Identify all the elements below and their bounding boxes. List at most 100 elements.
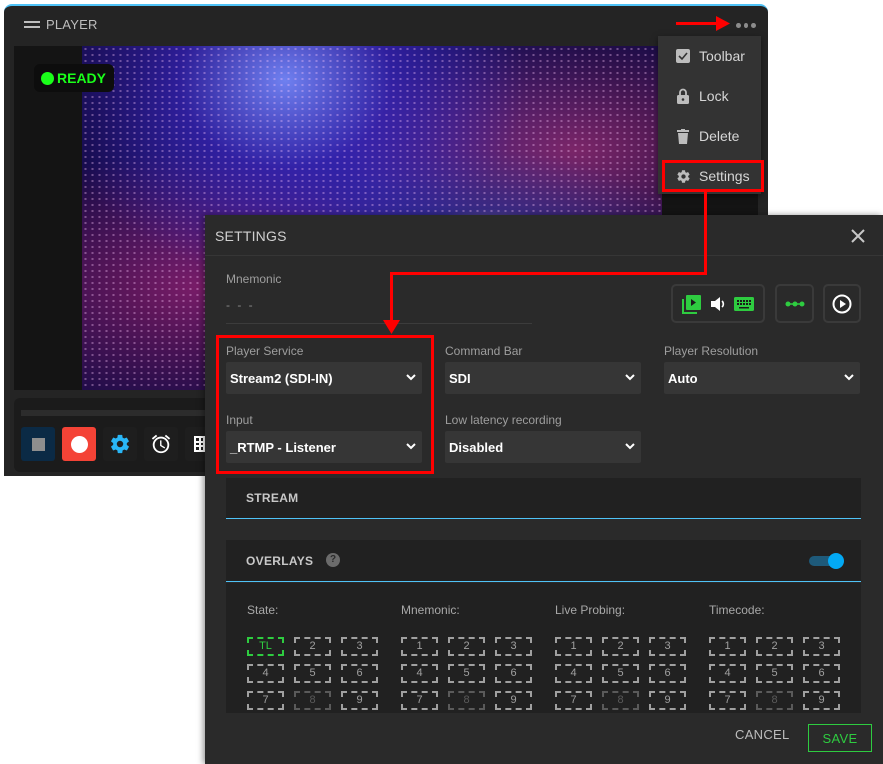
play-button[interactable] (823, 284, 861, 323)
overlay-position-cell[interactable]: 9 (803, 691, 840, 710)
play-circle-icon (832, 294, 852, 313)
overlay-position-cell[interactable]: 2 (602, 637, 639, 656)
overlay-position-cell[interactable]: 7 (401, 691, 438, 710)
menu-item-label: Toolbar (699, 48, 745, 64)
overlay-position-cell[interactable]: 3 (495, 637, 532, 656)
overlay-position-cell[interactable]: 3 (341, 637, 378, 656)
mnemonic-input[interactable]: - - - (226, 298, 255, 312)
overlay-position-cell[interactable]: 2 (756, 637, 793, 656)
overlay-position-grid: 123 456 789 (709, 637, 840, 710)
overlay-position-cell[interactable]: 1 (555, 637, 592, 656)
gear-icon (676, 169, 690, 183)
status-badge: READY (34, 64, 115, 92)
menu-item-settings[interactable]: Settings (658, 158, 761, 194)
overlay-position-cell[interactable]: 9 (649, 691, 686, 710)
overlay-position-cell[interactable]: 5 (448, 664, 485, 683)
menu-item-lock[interactable]: Lock (658, 78, 761, 114)
overlay-position-cell: 8 (448, 691, 485, 710)
player-header: PLAYER (4, 6, 768, 44)
overlay-position-cell[interactable]: 5 (602, 664, 639, 683)
overlay-position-cell[interactable]: 1 (401, 637, 438, 656)
command-bar-value: SDI (449, 370, 471, 386)
overlay-position-cell[interactable]: 2 (448, 637, 485, 656)
player-resolution-select[interactable]: Auto (664, 362, 860, 394)
schedule-button[interactable] (144, 427, 178, 461)
context-menu: Toolbar Lock Delete Settings (658, 36, 761, 194)
overlay-column-title: Timecode: (709, 603, 765, 617)
more-options-button[interactable] (736, 23, 757, 29)
player-title: PLAYER (46, 17, 98, 32)
overlays-body: State: TL 2 3 4 5 6 7 8 9 Mnemonic: 1 2 3 4 5 6 7 8 9 Live P… (226, 583, 861, 713)
settings-button[interactable] (103, 427, 137, 461)
annotation-connector-vertical (704, 192, 707, 274)
overlay-position-cell[interactable]: 9 (341, 691, 378, 710)
input-select[interactable]: _RTMP - Listener (226, 431, 422, 463)
save-button[interactable]: SAVE (808, 724, 872, 752)
overlay-position-cell[interactable]: 3 (803, 637, 840, 656)
mnemonic-label: Mnemonic (226, 272, 282, 286)
overlay-position-grid: 123 456 789 (401, 637, 532, 710)
volume-icon (711, 296, 725, 311)
overlay-position-cell[interactable]: 5 (756, 664, 793, 683)
overlay-position-cell[interactable]: 4 (247, 664, 284, 683)
menu-item-delete[interactable]: Delete (658, 118, 761, 154)
annotation-arrow-line (676, 22, 720, 25)
overlay-position-cell[interactable]: 9 (495, 691, 532, 710)
overlay-position-cell[interactable]: 5 (294, 664, 331, 683)
overlays-section-header[interactable]: OVERLAYS ? (226, 540, 861, 582)
drag-handle-icon[interactable] (24, 21, 40, 29)
stream-section-header[interactable]: STREAM (226, 478, 861, 519)
overlay-position-cell[interactable]: 2 (294, 637, 331, 656)
stop-icon (31, 437, 45, 451)
lock-icon (677, 88, 689, 104)
overlay-position-cell[interactable]: 3 (649, 637, 686, 656)
overlay-position-cell[interactable]: 7 (555, 691, 592, 710)
overlay-position-cell[interactable]: 7 (247, 691, 284, 710)
overlay-column-title: Live Probing: (555, 603, 626, 617)
player-resolution-value: Auto (668, 370, 698, 386)
overlay-position-grid: 123 456 789 (555, 637, 686, 710)
dialog-divider (205, 255, 883, 256)
video-library-icon (682, 294, 701, 314)
player-service-select[interactable]: Stream2 (SDI-IN) (226, 362, 422, 394)
overlay-position-cell[interactable]: 4 (555, 664, 592, 683)
chevron-down-icon (625, 443, 635, 450)
low-latency-select[interactable]: Disabled (445, 431, 641, 463)
connection-dots-icon (785, 301, 804, 306)
annotation-arrow-down-icon (383, 320, 400, 334)
dialog-title: SETTINGS (215, 228, 287, 244)
overlay-position-cell[interactable]: 6 (803, 664, 840, 683)
connection-button[interactable] (775, 284, 814, 323)
media-options-button[interactable] (671, 284, 765, 323)
player-service-value: Stream2 (SDI-IN) (230, 370, 333, 386)
command-bar-select[interactable]: SDI (445, 362, 641, 394)
overlays-toggle[interactable] (809, 553, 845, 569)
overlay-position-cell[interactable]: 6 (495, 664, 532, 683)
overlay-position-cell: 8 (602, 691, 639, 710)
low-latency-value: Disabled (449, 439, 504, 455)
stop-button[interactable] (21, 427, 55, 461)
overlay-position-cell[interactable]: 6 (649, 664, 686, 683)
input-value: _RTMP - Listener (230, 439, 336, 455)
annotation-connector-down (390, 272, 393, 322)
keyboard-icon (734, 296, 754, 311)
cancel-button[interactable]: CANCEL (735, 727, 790, 742)
overlay-position-cell[interactable]: 4 (709, 664, 746, 683)
help-icon[interactable]: ? (326, 553, 340, 567)
close-icon[interactable] (849, 227, 867, 245)
command-bar-label: Command Bar (445, 344, 523, 358)
menu-item-toolbar[interactable]: Toolbar (658, 38, 761, 74)
annotation-connector-horizontal (390, 272, 707, 275)
overlay-position-cell[interactable]: 6 (341, 664, 378, 683)
menu-item-label: Settings (699, 168, 750, 184)
overlay-position-cell[interactable]: 7 (709, 691, 746, 710)
annotation-arrow-head-icon (716, 16, 730, 31)
chevron-down-icon (844, 374, 854, 381)
player-service-label: Player Service (226, 344, 304, 358)
overlay-position-cell[interactable]: 4 (401, 664, 438, 683)
overlay-position-cell[interactable]: 1 (709, 637, 746, 656)
menu-item-label: Lock (699, 88, 729, 104)
record-button[interactable] (62, 427, 96, 461)
status-text: READY (57, 70, 107, 86)
overlay-position-cell[interactable]: TL (247, 637, 284, 656)
